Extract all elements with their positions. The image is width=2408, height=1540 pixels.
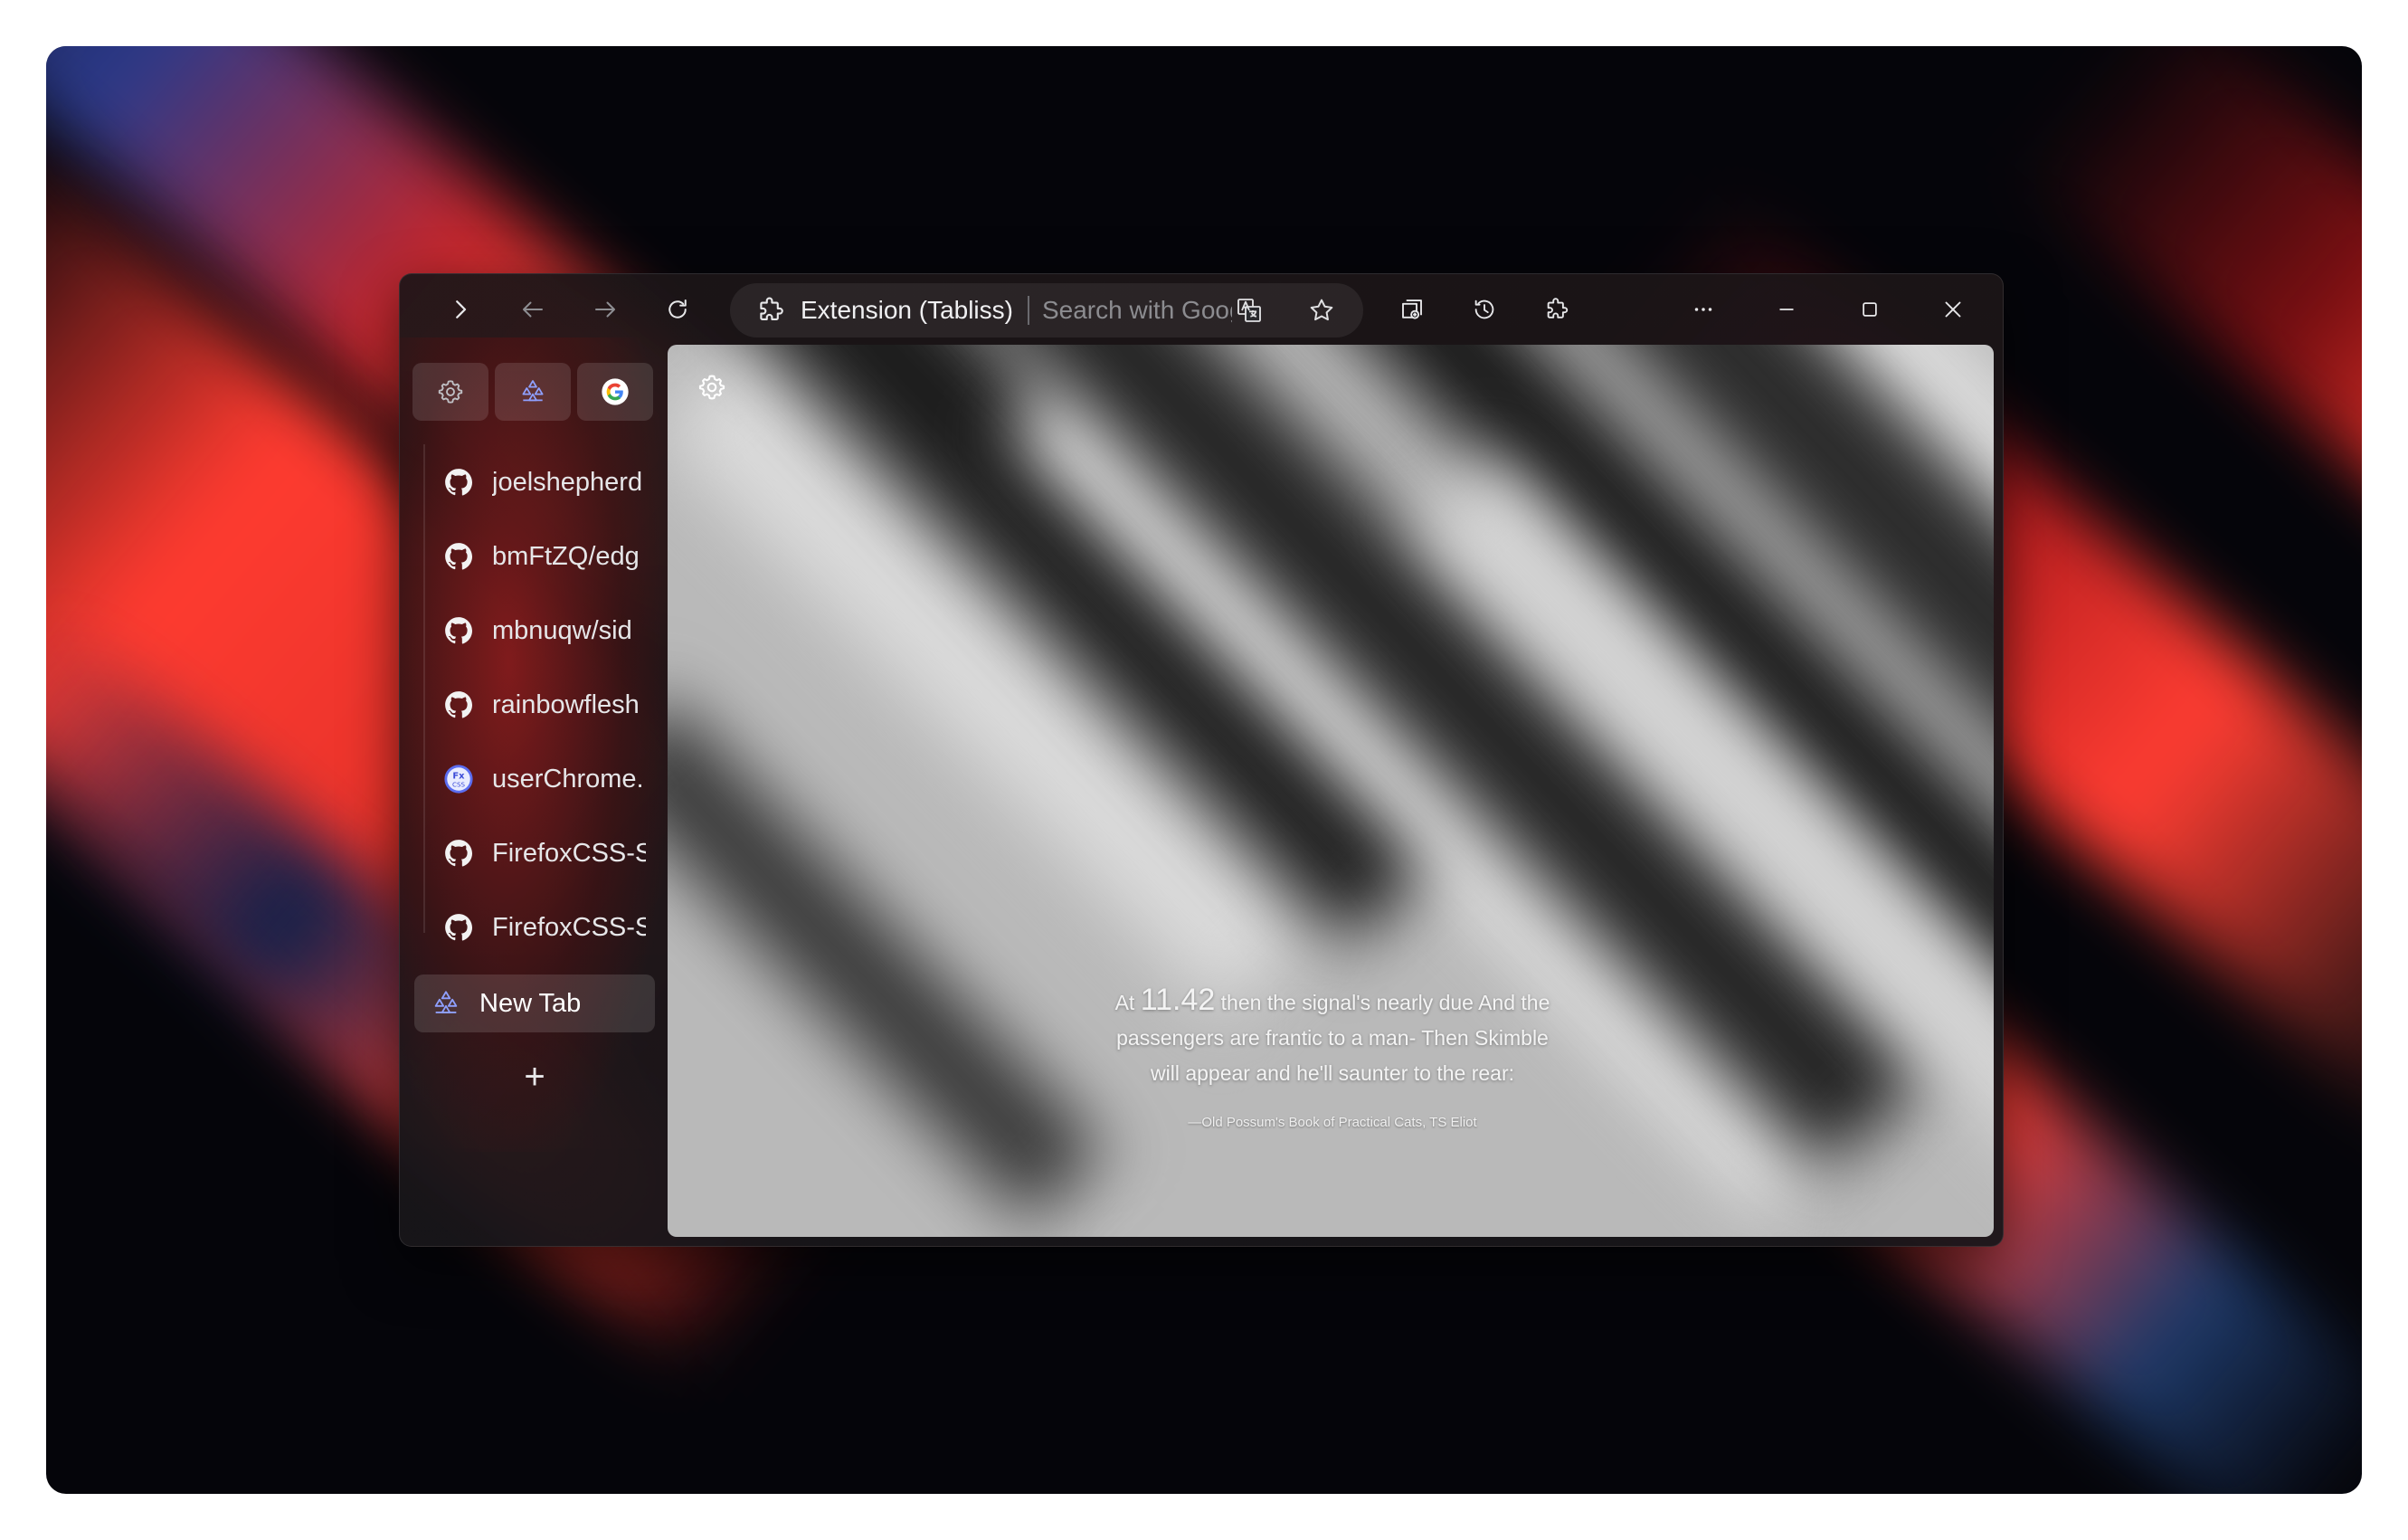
- close-button[interactable]: [1932, 289, 1974, 330]
- tab-label: userChrome.: [492, 764, 644, 794]
- github-icon: [443, 838, 474, 869]
- more-icon: [1694, 308, 1712, 311]
- pinned-tab-settings[interactable]: [412, 363, 488, 421]
- extensions-button[interactable]: [1536, 289, 1578, 330]
- tab-item[interactable]: FirefoxCSS-S: [427, 898, 653, 956]
- tab-item[interactable]: Fx CSS userChrome.: [427, 750, 653, 808]
- tab-item[interactable]: FirefoxCSS-S: [427, 824, 653, 882]
- search-input[interactable]: [1041, 296, 1232, 325]
- tab-item[interactable]: joelshepherd: [427, 453, 653, 511]
- github-icon: [443, 689, 474, 720]
- reload-button[interactable]: [657, 289, 698, 330]
- forward-button[interactable]: [584, 289, 626, 330]
- toolbar: Extension (Tabliss): [400, 274, 2003, 345]
- quote-source: —Old Possum's Book of Practical Cats, TS…: [1188, 1115, 1477, 1130]
- tab-label: mbnuqw/sid: [492, 615, 632, 645]
- favorite-button[interactable]: [1304, 292, 1340, 328]
- arrow-right-icon: [595, 301, 615, 318]
- tab-item-active[interactable]: New Tab: [414, 974, 655, 1032]
- translate-button[interactable]: [1231, 292, 1267, 328]
- tab-label: FirefoxCSS-S: [492, 912, 646, 942]
- history-button[interactable]: [1464, 289, 1505, 330]
- back-button[interactable]: [512, 289, 554, 330]
- github-icon: [443, 912, 474, 943]
- sidebar-toggle-button[interactable]: [440, 289, 481, 330]
- tabliss-page: At 11.42 then the signal's nearly due An…: [668, 345, 1994, 1237]
- maximize-icon: [1863, 302, 1877, 317]
- urlbar-divider: [1027, 296, 1029, 325]
- minimize-button[interactable]: [1766, 289, 1807, 330]
- settings-icon: [698, 375, 725, 400]
- tab-item[interactable]: rainbowflesh: [427, 676, 653, 734]
- puzzle-icon: [755, 295, 786, 326]
- pinned-tab-google[interactable]: [577, 363, 653, 421]
- tab-label: New Tab: [479, 988, 582, 1018]
- tab-item[interactable]: mbnuqw/sid: [427, 602, 653, 660]
- quote-time: 11.42: [1140, 983, 1216, 1017]
- tab-label: joelshepherd: [492, 467, 643, 497]
- tab-item[interactable]: bmFtZQ/edg: [427, 528, 653, 585]
- reload-icon: [668, 299, 687, 318]
- site-label: Extension (Tabliss): [801, 296, 1013, 324]
- collections-button[interactable]: [1391, 289, 1433, 330]
- history-icon: [1474, 299, 1494, 319]
- plus-icon: +: [524, 1056, 545, 1097]
- maximize-button[interactable]: [1849, 289, 1891, 330]
- quote-line-2: passengers are frantic to a man- Then Sk…: [1116, 1026, 1549, 1050]
- tab-label: bmFtZQ/edg: [492, 541, 640, 571]
- puzzle-icon: [1547, 298, 1569, 318]
- translate-icon: [1237, 299, 1261, 322]
- quote-prefix: At: [1114, 991, 1141, 1014]
- github-icon: [443, 615, 474, 646]
- new-tab-button[interactable]: +: [512, 1054, 557, 1099]
- tab-label: rainbowflesh: [492, 689, 640, 719]
- tab-tree-line: [423, 444, 425, 933]
- collections-icon: [1402, 299, 1422, 319]
- pinned-tab-tabliss[interactable]: [495, 363, 571, 421]
- star-icon: [1310, 299, 1333, 321]
- close-icon: [1945, 301, 1961, 318]
- address-bar[interactable]: Extension (Tabliss): [730, 283, 1363, 337]
- google-icon: [602, 378, 629, 405]
- settings-icon: [438, 380, 463, 404]
- quote-line-3: will appear and he'll saunter to the rea…: [1150, 1061, 1515, 1085]
- quote-line-1: then the signal's nearly due And the: [1215, 991, 1550, 1014]
- tabliss-icon: [431, 988, 461, 1019]
- firefoxcss-icon: Fx CSS: [443, 764, 474, 794]
- arrow-left-icon: [523, 301, 543, 318]
- tabliss-settings-button[interactable]: [697, 372, 727, 403]
- tabliss-icon: [522, 380, 544, 402]
- browser-window: Extension (Tabliss) Search with Goog joe…: [399, 273, 2004, 1247]
- github-icon: [443, 541, 474, 572]
- tab-label: FirefoxCSS-S: [492, 838, 646, 868]
- github-icon: [443, 467, 474, 498]
- minimize-icon: [1779, 309, 1794, 310]
- chevron-right-icon: [456, 300, 467, 318]
- svg-text:CSS: CSS: [452, 781, 465, 789]
- literature-clock-quote: At 11.42 then the signal's nearly due An…: [1066, 983, 1599, 1091]
- more-button[interactable]: [1683, 289, 1724, 330]
